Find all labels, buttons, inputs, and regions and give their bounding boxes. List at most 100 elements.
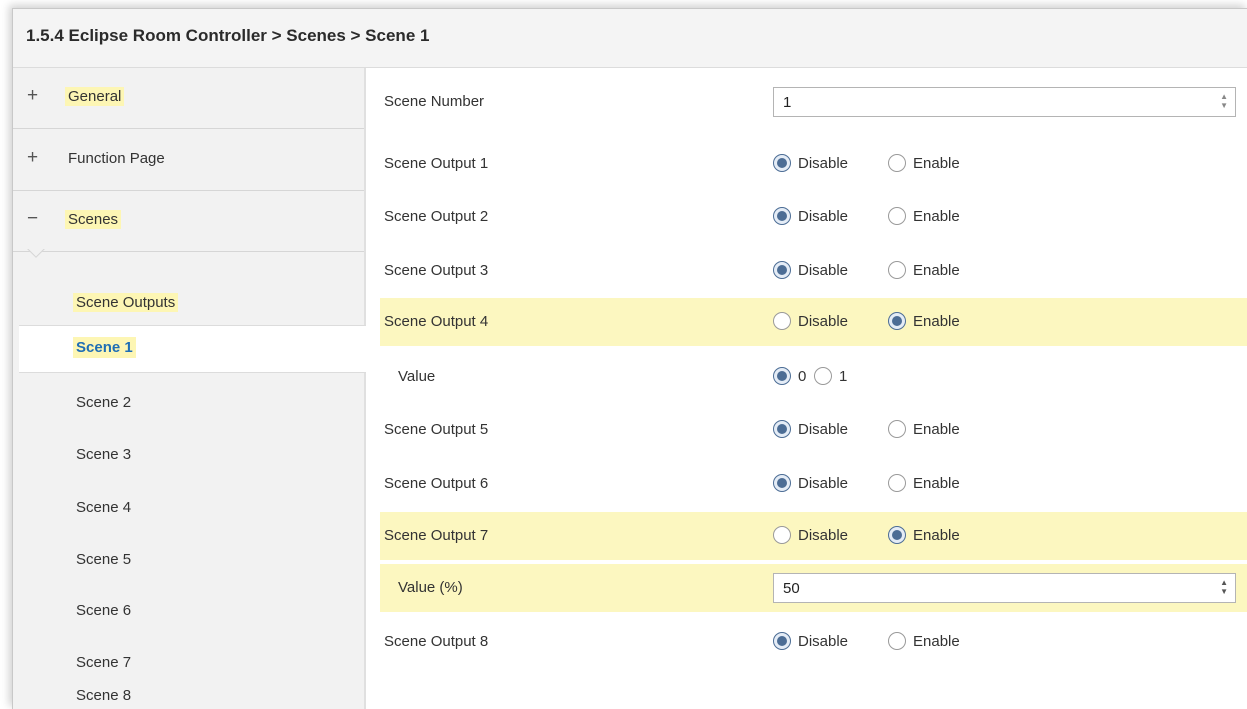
radio-disable[interactable]: Disable: [773, 152, 848, 174]
radio-disable[interactable]: Disable: [773, 310, 848, 332]
param-row-output-4-value: Value 0 1: [380, 353, 1247, 401]
param-row-scene-output-6: Scene Output 6 Disable Enable: [380, 460, 1247, 508]
param-label: Scene Output 1: [384, 155, 489, 172]
radio-label: Disable: [798, 632, 849, 650]
radio-enable[interactable]: Enable: [888, 524, 960, 546]
sidebar-item-scene-7[interactable]: Scene 7: [73, 653, 134, 672]
param-label: Scene Output 4: [384, 313, 489, 330]
radio-label: Disable: [798, 261, 849, 279]
param-row-scene-output-4: Scene Output 4 Disable Enable: [380, 298, 1247, 346]
sidebar-item-scene-1[interactable]: Scene 1: [19, 325, 366, 373]
radio-unselected-icon[interactable]: [888, 474, 906, 492]
radio-selected-icon[interactable]: [888, 312, 906, 330]
radio-label: Enable: [913, 312, 960, 330]
radio-enable[interactable]: Enable: [888, 418, 960, 440]
radio-label: Disable: [798, 526, 849, 544]
scene-number-spinbox[interactable]: 1 ▲ ▼: [773, 87, 1236, 117]
sidebar-section-function-page[interactable]: + Function Page: [13, 130, 364, 191]
sidebar-item-scene-outputs[interactable]: Scene Outputs: [73, 293, 179, 312]
radio-value-0[interactable]: 0: [773, 365, 806, 387]
param-row-scene-output-5: Scene Output 5 Disable Enable: [380, 406, 1247, 454]
param-row-scene-number: Scene Number 1 ▲ ▼: [380, 78, 1247, 126]
radio-unselected-icon[interactable]: [773, 526, 791, 544]
expand-icon[interactable]: +: [27, 85, 38, 107]
sidebar-item-scene-6[interactable]: Scene 6: [73, 601, 134, 620]
radio-enable[interactable]: Enable: [888, 472, 960, 494]
radio-unselected-icon[interactable]: [888, 154, 906, 172]
radio-unselected-icon[interactable]: [888, 632, 906, 650]
radio-unselected-icon[interactable]: [814, 367, 832, 385]
radio-label: Enable: [913, 420, 960, 438]
radio-label: Enable: [913, 261, 960, 279]
sidebar-item-scene-8[interactable]: Scene 8: [73, 686, 134, 705]
radio-unselected-icon[interactable]: [888, 420, 906, 438]
radio-enable[interactable]: Enable: [888, 152, 960, 174]
param-label: Value (%): [398, 579, 463, 596]
radio-label: Enable: [913, 154, 960, 172]
radio-selected-icon[interactable]: [773, 154, 791, 172]
radio-label: Disable: [798, 154, 849, 172]
radio-label: Enable: [913, 526, 960, 544]
radio-disable[interactable]: Disable: [773, 418, 848, 440]
sidebar-section-label: Scenes: [65, 210, 122, 229]
radio-unselected-icon[interactable]: [773, 312, 791, 330]
radio-value-1[interactable]: 1: [814, 365, 847, 387]
section-pointer: [26, 249, 46, 263]
window: 1.5.4 Eclipse Room Controller > Scenes >…: [12, 8, 1247, 709]
param-row-output-7-value: Value (%) 50 ▲ ▼: [380, 564, 1247, 612]
radio-disable[interactable]: Disable: [773, 259, 848, 281]
radio-selected-icon[interactable]: [773, 474, 791, 492]
expand-icon[interactable]: +: [27, 147, 38, 169]
radio-unselected-icon[interactable]: [888, 207, 906, 225]
sidebar-item-scene-5[interactable]: Scene 5: [73, 550, 134, 569]
radio-selected-icon[interactable]: [773, 261, 791, 279]
param-row-scene-output-2: Scene Output 2 Disable Enable: [380, 193, 1247, 241]
radio-selected-icon[interactable]: [773, 367, 791, 385]
radio-enable[interactable]: Enable: [888, 259, 960, 281]
radio-disable[interactable]: Disable: [773, 472, 848, 494]
radio-enable[interactable]: Enable: [888, 630, 960, 652]
value-percent-spinbox[interactable]: 50 ▲ ▼: [773, 573, 1236, 603]
param-label: Scene Output 5: [384, 421, 489, 438]
sidebar-item-scene-3[interactable]: Scene 3: [73, 445, 134, 464]
parameter-panel: Scene Number 1 ▲ ▼ Scene Output 1 Disable…: [366, 68, 1247, 709]
radio-enable[interactable]: Enable: [888, 310, 960, 332]
radio-label: Enable: [913, 207, 960, 225]
radio-disable[interactable]: Disable: [773, 630, 848, 652]
sidebar-section-general[interactable]: + General: [13, 68, 364, 129]
radio-label: 1: [839, 367, 848, 385]
spin-arrows-icon[interactable]: ▲ ▼: [1220, 92, 1228, 110]
breadcrumb: 1.5.4 Eclipse Room Controller > Scenes >…: [26, 26, 430, 45]
spin-arrows-icon[interactable]: ▲ ▼: [1220, 578, 1228, 596]
radio-disable[interactable]: Disable: [773, 524, 848, 546]
param-label: Scene Number: [384, 93, 485, 110]
param-label: Scene Output 8: [384, 633, 489, 650]
radio-enable[interactable]: Enable: [888, 205, 960, 227]
param-label: Scene Output 7: [384, 527, 489, 544]
radio-label: Enable: [913, 632, 960, 650]
param-label: Scene Output 6: [384, 475, 489, 492]
param-label: Value: [398, 368, 436, 385]
title-bar: 1.5.4 Eclipse Room Controller > Scenes >…: [13, 9, 1247, 68]
radio-label: Disable: [798, 474, 849, 492]
radio-selected-icon[interactable]: [888, 526, 906, 544]
radio-label: 0: [798, 367, 807, 385]
radio-selected-icon[interactable]: [773, 207, 791, 225]
param-row-scene-output-7: Scene Output 7 Disable Enable: [380, 512, 1247, 560]
sidebar-item-scene-2[interactable]: Scene 2: [73, 393, 134, 412]
radio-disable[interactable]: Disable: [773, 205, 848, 227]
sidebar-section-label: Function Page: [68, 150, 165, 167]
param-row-scene-output-1: Scene Output 1 Disable Enable: [380, 140, 1247, 188]
sidebar-item-label: Scene 1: [73, 337, 136, 358]
radio-label: Disable: [798, 420, 849, 438]
collapse-icon[interactable]: −: [27, 208, 38, 230]
radio-label: Disable: [798, 312, 849, 330]
radio-label: Enable: [913, 474, 960, 492]
radio-label: Disable: [798, 207, 849, 225]
radio-selected-icon[interactable]: [773, 632, 791, 650]
radio-selected-icon[interactable]: [773, 420, 791, 438]
radio-unselected-icon[interactable]: [888, 261, 906, 279]
sidebar-section-scenes[interactable]: − Scenes: [13, 191, 364, 252]
sidebar-item-scene-4[interactable]: Scene 4: [73, 498, 134, 517]
param-row-scene-output-3: Scene Output 3 Disable Enable: [380, 247, 1247, 295]
